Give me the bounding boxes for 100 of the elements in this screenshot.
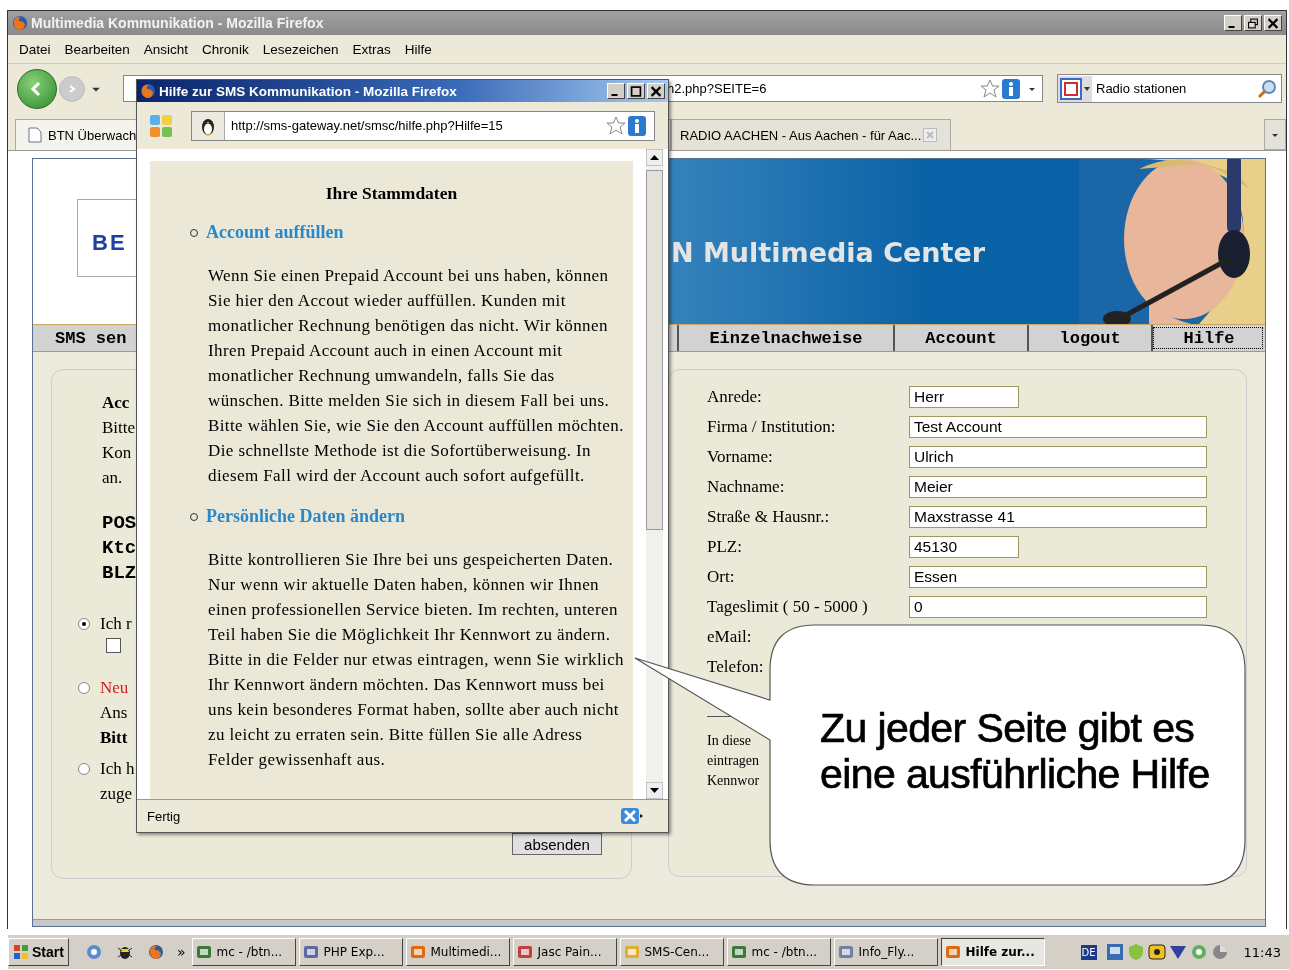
browser-logo-icon [12, 15, 28, 31]
star-icon[interactable] [606, 115, 626, 136]
restore-icon [1247, 18, 1259, 29]
window-title: Multimedia Kommunikation - Mozilla Firefox [31, 15, 325, 31]
checkbox[interactable] [106, 638, 121, 653]
search-field[interactable]: Radio stationen [1057, 74, 1282, 103]
close-icon [650, 86, 662, 97]
nav-tab[interactable]: logout [1027, 325, 1152, 351]
nav-tab[interactable]: Einzelnachweise [677, 325, 893, 351]
input-field[interactable]: Essen [909, 566, 1207, 588]
taskbar-button[interactable]: mc - /btn... [192, 938, 297, 966]
app-icon [945, 944, 962, 960]
maximize-icon [630, 86, 642, 97]
minimize-button[interactable] [1224, 15, 1242, 31]
search-engine-icon[interactable] [1058, 75, 1092, 102]
info-icon[interactable] [628, 115, 646, 136]
radio-button[interactable] [78, 763, 90, 775]
scroll-up-icon[interactable] [646, 149, 663, 166]
overflow-chevron[interactable]: » [176, 944, 186, 960]
minimize-icon [1228, 26, 1235, 28]
input-field[interactable]: Test Account [909, 416, 1207, 438]
taskbar-button[interactable]: mc - /btn... [727, 938, 832, 966]
maximize-button[interactable] [1244, 15, 1262, 31]
field-label: Vorname: [707, 447, 774, 467]
address-field: http://sms-gateway.net/smsc/hilfe.php?Hilfe=15 [191, 110, 655, 141]
app-icon [196, 944, 213, 960]
field-label: Firma / Institution: [707, 417, 837, 437]
field-label: Nachname: [707, 477, 786, 497]
input-field[interactable]: 45130 [909, 536, 1019, 558]
search-icon[interactable] [1257, 78, 1277, 99]
option-label: Bitt [100, 727, 128, 749]
close-icon [1267, 18, 1279, 29]
tray-icon[interactable] [1147, 943, 1166, 961]
menu-item[interactable]: Ansicht [138, 41, 198, 57]
field-label: Anrede: [707, 387, 763, 407]
menu-item[interactable]: Hilfe [399, 41, 441, 57]
radio-button[interactable] [78, 682, 90, 694]
help-paragraph: Bitte kontrollieren Sie Ihre bei uns gespeicherten Daten. Nur wenn wir aktuelle Daten haben, können wir Ihnen einen professionellen Service bieten. Im rechten, unteren Teil haben Sie die Möglichkeit Ihr Kennwort zu ändern. Bitte in die Felder nur etwas eintragen, wenn Sie wirklich Ihr Kennwort ändern möchten. Das Kennwort muss bei uns kein besonderes Format haben, sollte aber auch nicht zu leicht zu erraten sein. Bitte füllen Sie alle Adress Felder gewissenhaft aus. [208, 549, 625, 771]
taskbar-button[interactable]: PHP Exp... [299, 938, 404, 966]
info-icon[interactable] [1002, 78, 1020, 99]
browser-logo-icon [140, 83, 156, 99]
language-indicator[interactable]: DE [1080, 944, 1097, 960]
taskbar-button[interactable]: Jasc Pain... [513, 938, 618, 966]
menu-item[interactable]: Chronik [197, 41, 258, 57]
menu-item[interactable]: Bearbeiten [59, 41, 139, 57]
close-button[interactable] [1264, 15, 1282, 31]
browser-tab[interactable]: RADIO AACHEN - Aus Aachen - für Aac... [671, 119, 951, 150]
triangle-icon[interactable] [1168, 943, 1187, 961]
close-button[interactable] [647, 83, 665, 99]
start-button[interactable]: Start [8, 938, 69, 966]
text: Kennwor [707, 772, 760, 790]
app-icon [517, 944, 534, 960]
field-label: Straße & Hausnr.: [707, 507, 831, 527]
nav-tab[interactable]: Hilfe [1151, 325, 1265, 351]
nav-tab[interactable]: SMS sen [33, 325, 137, 351]
input-field[interactable]: Maxstrasse 41 [909, 506, 1207, 528]
input-field[interactable]: Herr [909, 386, 1019, 408]
text: POS [102, 511, 137, 536]
taskbar-button[interactable]: SMS-Cen... [620, 938, 725, 966]
browser-logo-icon[interactable] [146, 943, 165, 961]
help-paragraph: Wenn Sie einen Prepaid Account bei uns haben, können Sie hier den Accout wieder auffüllen. Kunden mit monatlicher Rechnung benötigen das nicht. Wir können Ihren Prepaid Account auch in einen Account mit monatlicher Rechnung umwandeln, falls Sie das wünschen. Bitte melden Sie sich in diesem Fall bei uns. Bitte wählen Sie, wie Sie den Account auffüllen möchten. Die schnellste Methode ist die Sofortüberweisung. In diesem Fall wird der Account auch sofort aufgefüllt. [208, 265, 625, 487]
field-label: Ort: [707, 567, 736, 587]
nav-tab[interactable]: Account [892, 325, 1028, 351]
taskbar-button[interactable]: Info_Fly... [834, 938, 939, 966]
menu-item[interactable]: Datei [14, 41, 60, 57]
banner-title: N Multimedia Center [670, 237, 987, 268]
scroll-thumb[interactable] [646, 170, 663, 530]
input-field[interactable]: Ulrich [909, 446, 1207, 468]
text: Bitte [102, 417, 136, 439]
text: Kon [102, 442, 132, 464]
menu-item[interactable]: Extras [347, 41, 400, 57]
menu-item[interactable]: Lesezeichen [257, 41, 348, 57]
star-icon[interactable] [980, 78, 1000, 99]
text: Acc [102, 392, 130, 414]
clock: 11:43 [1243, 944, 1281, 960]
field-label: eMail: [707, 627, 753, 647]
radio-button[interactable] [78, 618, 90, 630]
taskbar-button[interactable]: Multimedi... [406, 938, 511, 966]
back-button[interactable] [17, 68, 57, 109]
minimize-button[interactable] [607, 83, 625, 99]
field-label: Tageslimit ( 50 - 5000 ) [707, 597, 869, 617]
status-icon[interactable] [620, 807, 644, 825]
scrollbar[interactable] [646, 149, 663, 799]
app-icon [731, 944, 748, 960]
status-text: Fertig [147, 808, 182, 824]
taskbar-button[interactable]: Hilfe zur... [941, 938, 1046, 966]
maximize-button[interactable] [627, 83, 645, 99]
app-icon [410, 944, 427, 960]
option-label: Neu [100, 677, 129, 699]
callout-text: Zu jeder Seite gibt es eine ausführliche Hilfe [820, 705, 1211, 797]
text: an. [102, 467, 123, 489]
text: eintragen [707, 752, 760, 770]
input-field[interactable]: 0 [909, 596, 1207, 618]
input-field[interactable]: Meier [909, 476, 1207, 498]
field-label: Telefon: [707, 657, 765, 677]
scroll-down-icon[interactable] [646, 782, 663, 799]
browser-icon[interactable] [84, 943, 103, 961]
submit-button[interactable]: absenden [512, 833, 602, 855]
option-label: Ans [100, 702, 128, 724]
window-title: Hilfe zur SMS Kommunikation - Mozilla Firefox [159, 83, 458, 99]
